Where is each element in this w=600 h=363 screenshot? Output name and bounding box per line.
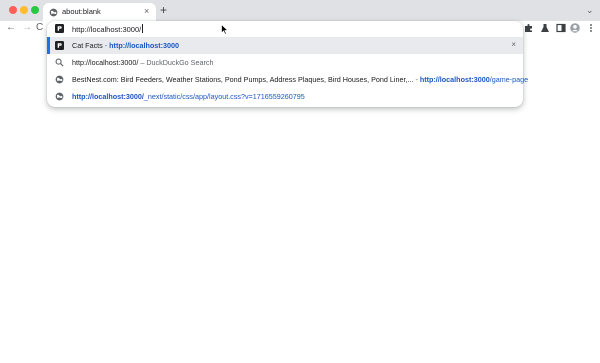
reload-button[interactable]: C — [36, 22, 43, 34]
close-window-button[interactable] — [9, 6, 17, 14]
suggestion-url: http://localhost:3000 — [109, 41, 179, 50]
omnibox-input-row[interactable]: http://localhost:3000/ — [47, 21, 523, 37]
suggestion-title: BestNest.com: Bird Feeders, Weather Stat… — [72, 75, 414, 84]
suggestion-text: Cat Facts - http://localhost:3000 — [72, 41, 179, 50]
omnibox-input-value: http://localhost:3000/ — [72, 25, 142, 34]
suggestion-row[interactable]: http://localhost:3000/ – DuckDuckGo Sear… — [47, 54, 523, 71]
omnibox-input[interactable]: http://localhost:3000/ — [72, 24, 144, 34]
suggestion-row[interactable]: http://localhost:3000/_next/static/css/a… — [47, 88, 523, 105]
tab-title: about:blank — [62, 7, 101, 16]
suggestion-source: DuckDuckGo Search — [146, 58, 214, 67]
remove-suggestion-icon[interactable]: × — [511, 40, 516, 49]
globe-icon — [55, 92, 64, 101]
tab-strip: about:blank × + ⌄ — [0, 0, 600, 21]
browser-window: about:blank × + ⌄ ← → C http://localhost… — [0, 0, 600, 363]
suggestion-url-match: http://localhost:3000 — [109, 41, 180, 50]
forward-button[interactable]: → — [22, 22, 32, 34]
suggestion-url-match: http://localhost:3000 — [419, 75, 490, 84]
omnibox-dropdown: http://localhost:3000/ Cat Facts - http:… — [47, 21, 528, 107]
side-panel-icon[interactable] — [556, 23, 566, 33]
globe-icon — [49, 8, 58, 17]
beaker-extension-icon[interactable] — [540, 23, 550, 33]
text-caret — [142, 24, 144, 33]
suggestion-title: Cat Facts — [72, 41, 103, 50]
suggestion-url-path: _next/static/css/app/layout.css?v=171655… — [143, 92, 305, 101]
search-icon — [55, 58, 64, 67]
avatar[interactable] — [570, 23, 580, 33]
site-favicon-icon — [55, 41, 64, 50]
suggestion-text: http://localhost:3000/_next/static/css/a… — [72, 92, 305, 101]
mouse-cursor-icon — [221, 24, 229, 35]
tab-close-icon[interactable]: × — [144, 6, 149, 16]
tab-search-icon[interactable]: ⌄ — [586, 5, 594, 16]
suggestion-url-path: /game-page — [489, 75, 529, 84]
suggestion-row[interactable]: BestNest.com: Bird Feeders, Weather Stat… — [47, 71, 528, 88]
suggestion-text: http://localhost:3000/ – DuckDuckGo Sear… — [72, 58, 213, 67]
extensions-puzzle-icon[interactable] — [524, 23, 534, 33]
new-tab-button[interactable]: + — [160, 4, 167, 16]
suggestion-title: http://localhost:3000/ — [72, 58, 139, 67]
suggestion-text: BestNest.com: Bird Feeders, Weather Stat… — [72, 75, 528, 84]
maximize-window-button[interactable] — [31, 6, 39, 14]
suggestion-row[interactable]: Cat Facts - http://localhost:3000 × — [47, 37, 523, 54]
minimize-window-button[interactable] — [20, 6, 28, 14]
menu-kebab-icon[interactable] — [586, 23, 596, 33]
tab-active[interactable]: about:blank × — [43, 3, 156, 21]
site-favicon-icon — [55, 24, 64, 33]
suggestion-url: http://localhost:3000/game-page — [420, 75, 528, 84]
suggestion-url-match: http://localhost:3000/ — [72, 92, 144, 101]
back-button[interactable]: ← — [6, 22, 16, 34]
globe-icon — [55, 75, 64, 84]
selection-indicator — [47, 37, 50, 54]
suggestion-url: http://localhost:3000/_next/static/css/a… — [72, 92, 305, 101]
